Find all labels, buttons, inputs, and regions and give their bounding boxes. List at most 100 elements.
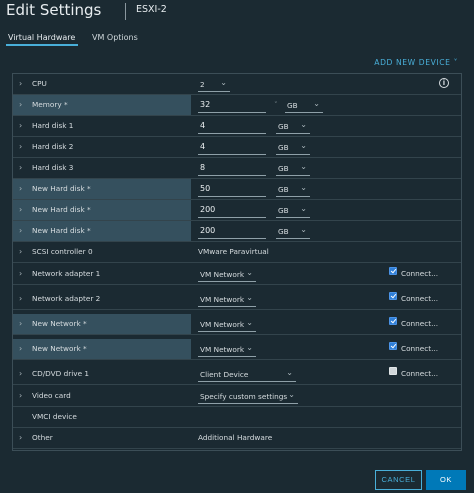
hardware-row[interactable]: › New Hard disk * 200 GB ⌄ <box>13 200 461 221</box>
connect-label: Connect... <box>401 344 439 353</box>
connect-label: Connect... <box>401 369 439 378</box>
row-label: New Network * <box>32 319 87 328</box>
chevron-right-icon[interactable]: › <box>19 184 22 193</box>
network-select[interactable]: VM Network ⌄ <box>198 291 256 307</box>
row-label: SCSI controller 0 <box>32 247 93 256</box>
row-label: Hard disk 1 <box>32 121 74 130</box>
hardware-row[interactable]: › Hard disk 2 4 GB ⌄ <box>13 137 461 158</box>
connect-checkbox[interactable] <box>389 342 397 350</box>
size-input[interactable]: 4 <box>198 139 266 155</box>
chevron-right-icon[interactable]: › <box>19 79 22 88</box>
connect-checkbox[interactable] <box>389 292 397 300</box>
select-value: VM Network <box>200 345 245 354</box>
unit-select-value: GB <box>278 185 289 194</box>
size-input[interactable]: 4 <box>198 118 266 134</box>
chevron-right-icon[interactable]: › <box>19 226 22 235</box>
row-label: New Hard disk * <box>32 226 91 235</box>
size-input[interactable]: 200 <box>198 202 266 218</box>
hardware-row[interactable]: › Hard disk 1 4 GB ⌄ <box>13 116 461 137</box>
vm-name: ESXI-2 <box>136 4 167 15</box>
network-select[interactable]: VM Network ⌄ <box>198 266 256 282</box>
hardware-row[interactable]: › New Network * VM Network ⌄ Connect... <box>13 339 461 360</box>
cancel-button[interactable]: CANCEL <box>375 470 422 490</box>
connect-checkbox[interactable] <box>389 367 397 375</box>
chevron-right-icon[interactable]: › <box>19 163 22 172</box>
hardware-row[interactable]: › Network adapter 1 VM Network ⌄ Connect... <box>13 264 461 285</box>
chevron-right-icon[interactable]: › <box>19 344 22 353</box>
size-input[interactable]: 8 <box>198 160 266 176</box>
chevron-right-icon[interactable]: › <box>19 433 22 442</box>
size-input[interactable]: 200 <box>198 223 266 239</box>
hardware-row[interactable]: › CPU 2 ⌄ i <box>13 74 461 95</box>
info-icon[interactable]: i <box>439 78 449 88</box>
connect-checkbox[interactable] <box>389 267 397 275</box>
row-label: New Hard disk * <box>32 184 91 193</box>
hardware-row[interactable]: › Video card Specify custom settings ⌄ <box>13 386 461 407</box>
unit-select[interactable]: GB ⌄ <box>276 202 310 218</box>
chevron-right-icon[interactable]: › <box>19 391 22 400</box>
unit-select[interactable]: GB ⌄ <box>276 160 310 176</box>
chevron-down-icon: ⌄ <box>246 343 253 352</box>
hardware-row[interactable]: › New Network * VM Network ⌄ Connect... <box>13 314 461 335</box>
unit-select-value: GB <box>278 206 289 215</box>
unit-select[interactable]: GB ⌄ <box>285 97 323 113</box>
connect-checkbox[interactable] <box>389 317 397 325</box>
chevron-down-icon: ⌄ <box>288 390 295 399</box>
device-select[interactable]: Specify custom settings ⌄ <box>198 388 298 404</box>
chevron-right-icon[interactable]: › <box>19 269 22 278</box>
unit-select-value: GB <box>278 164 289 173</box>
connect-label: Connect... <box>401 294 439 303</box>
chevron-right-icon[interactable]: › <box>19 369 22 378</box>
unit-select-value: GB <box>278 143 289 152</box>
hardware-row: VMCI device <box>13 407 461 428</box>
active-tab-indicator <box>6 44 78 46</box>
row-label: Network adapter 1 <box>32 269 101 278</box>
connect-label: Connect... <box>401 319 439 328</box>
row-label: Network adapter 2 <box>32 294 101 303</box>
chevron-down-icon: ⌄ <box>300 141 307 150</box>
chevron-right-icon[interactable]: › <box>19 205 22 214</box>
network-select[interactable]: VM Network ⌄ <box>198 316 256 332</box>
chevron-right-icon[interactable]: › <box>19 294 22 303</box>
hardware-row[interactable]: › CD/DVD drive 1 Client Device ⌄ Connect... <box>13 364 461 385</box>
connect-label: Connect... <box>401 269 439 278</box>
row-label: Hard disk 3 <box>32 163 74 172</box>
row-label: New Hard disk * <box>32 205 91 214</box>
chevron-down-icon: ⌄ <box>246 268 253 277</box>
title-separator <box>125 3 126 20</box>
hardware-row[interactable]: › New Hard disk * 200 GB ⌄ <box>13 221 461 242</box>
chevron-down-icon: ⌄ <box>313 99 320 108</box>
ok-button[interactable]: OK <box>426 470 466 490</box>
network-select[interactable]: VM Network ⌄ <box>198 341 256 357</box>
chevron-right-icon[interactable]: › <box>19 142 22 151</box>
unit-select[interactable]: GB ⌄ <box>276 181 310 197</box>
chevron-down-icon: ⌄ <box>246 293 253 302</box>
network-select[interactable]: Client Device ⌄ <box>198 366 296 382</box>
hardware-row[interactable]: › Hard disk 3 8 GB ⌄ <box>13 158 461 179</box>
hardware-row[interactable]: › Other Additional Hardware <box>13 428 461 449</box>
chevron-right-icon[interactable]: › <box>19 319 22 328</box>
row-label: Hard disk 2 <box>32 142 74 151</box>
unit-select[interactable]: GB ⌄ <box>276 118 310 134</box>
chevron-right-icon[interactable]: › <box>19 121 22 130</box>
tab-vm-options[interactable]: VM Options <box>92 33 138 42</box>
size-input[interactable]: 50 <box>198 181 266 197</box>
add-new-device-button[interactable]: ADD NEW DEVICE ˅ <box>374 58 458 67</box>
row-label: Memory * <box>32 100 68 109</box>
cpu-select[interactable]: 2 ⌄ <box>198 76 230 92</box>
size-input[interactable]: 32 <box>198 97 266 113</box>
select-value: VM Network <box>200 295 245 304</box>
chevron-right-icon[interactable]: › <box>19 100 22 109</box>
chevron-down-icon: ⌄ <box>300 183 307 192</box>
hardware-row[interactable]: › New Hard disk * 50 GB ⌄ <box>13 179 461 200</box>
unit-select-value: GB <box>278 227 289 236</box>
unit-dropdown-disabled-icon: ˅ <box>274 100 278 109</box>
unit-select[interactable]: GB ⌄ <box>276 223 310 239</box>
unit-select[interactable]: GB ⌄ <box>276 139 310 155</box>
row-value: VMware Paravirtual <box>198 247 269 256</box>
tab-virtual-hardware[interactable]: Virtual Hardware <box>8 33 75 42</box>
hardware-row[interactable]: › Memory * 32 ˅ GB ⌄ <box>13 95 461 116</box>
hardware-row[interactable]: › SCSI controller 0 VMware Paravirtual <box>13 242 461 263</box>
hardware-row[interactable]: › Network adapter 2 VM Network ⌄ Connect... <box>13 289 461 310</box>
chevron-right-icon[interactable]: › <box>19 247 22 256</box>
